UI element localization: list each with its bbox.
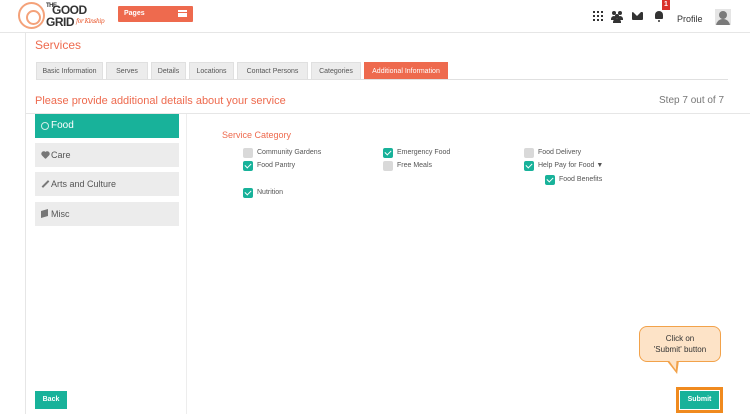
tab-additional-information[interactable]: Additional Information <box>364 62 448 79</box>
pages-dropdown-button[interactable]: Pages <box>118 6 193 22</box>
sidebar-item-label: Food <box>51 120 74 131</box>
submit-button[interactable]: Submit <box>680 391 719 409</box>
callout-line1: Click on <box>665 334 695 343</box>
food-icon <box>41 122 49 130</box>
sidebar-item-label: Misc <box>51 209 70 219</box>
tab-locations[interactable]: Locations <box>189 62 234 79</box>
tab-bar: Basic Information Serves Details Locatio… <box>36 62 728 80</box>
service-category-title: Service Category <box>222 130 292 140</box>
checkbox-box[interactable] <box>524 161 534 171</box>
sidebar-item-label: Arts and Culture <box>51 179 117 189</box>
checkbox-food-benefits[interactable]: Food Benefits <box>545 175 687 186</box>
checkbox-box[interactable] <box>243 148 253 158</box>
brush-icon <box>41 180 50 188</box>
step-indicator: Step 7 out of 7 <box>659 95 725 106</box>
checkbox-community-gardens[interactable]: Community Gardens <box>243 148 385 159</box>
heart-icon <box>41 151 49 159</box>
checkbox-label: Emergency Food <box>397 149 451 156</box>
users-icon[interactable] <box>611 10 623 23</box>
logo[interactable]: THE GOOD GRID for Kinship <box>18 2 108 31</box>
sidebar-item-misc[interactable]: Misc <box>35 202 179 226</box>
checkbox-box[interactable] <box>545 175 555 185</box>
logo-tagline: for Kinship <box>76 18 105 25</box>
category-sidebar: Food Care Arts and Culture Misc <box>26 114 187 414</box>
sidebar-item-label: Care <box>51 150 71 160</box>
checkbox-box[interactable] <box>524 148 534 158</box>
checkbox-label: Nutrition <box>257 189 284 196</box>
page-title: Services <box>35 38 82 52</box>
checkbox-label: Food Delivery <box>538 149 582 156</box>
sidebar-item-food[interactable]: Food <box>35 114 179 138</box>
checkbox-box[interactable] <box>243 161 253 171</box>
apps-grid-icon[interactable] <box>593 10 605 22</box>
hamburger-icon <box>178 10 187 17</box>
tab-basic-information[interactable]: Basic Information <box>36 62 103 79</box>
checkbox-label: Free Meals <box>397 162 433 169</box>
callout-line2: 'Submit' button <box>653 345 707 354</box>
back-button[interactable]: Back <box>35 391 67 409</box>
sidebar-item-care[interactable]: Care <box>35 143 179 167</box>
tab-categories[interactable]: Categories <box>311 62 361 79</box>
checkbox-box[interactable] <box>243 188 253 198</box>
checkbox-box[interactable] <box>383 161 393 171</box>
top-bar: THE GOOD GRID for Kinship Pages 1 Profil… <box>0 0 750 33</box>
profile-link[interactable]: Profile <box>677 14 703 24</box>
checkbox-free-meals[interactable]: Free Meals <box>383 161 525 172</box>
bell-icon[interactable] <box>653 10 665 22</box>
checkbox-emergency-food[interactable]: Emergency Food <box>383 148 525 159</box>
checkbox-label: Food Pantry <box>257 162 296 169</box>
avatar[interactable] <box>715 9 731 25</box>
cube-icon <box>41 209 48 218</box>
tab-serves[interactable]: Serves <box>106 62 148 79</box>
tab-contact-persons[interactable]: Contact Persons <box>237 62 308 79</box>
checkbox-food-delivery[interactable]: Food Delivery <box>524 148 666 159</box>
checkbox-label: Help Pay for Food ▼ <box>538 162 604 169</box>
checkbox-label: Community Gardens <box>257 149 322 156</box>
logo-line3: GRID <box>46 15 75 29</box>
checkbox-food-pantry[interactable]: Food Pantry <box>243 161 385 172</box>
tab-details[interactable]: Details <box>151 62 186 79</box>
section-heading: Please provide additional details about … <box>35 95 286 107</box>
pages-label: Pages <box>124 10 145 17</box>
checkbox-box[interactable] <box>383 148 393 158</box>
sidebar-item-arts-and-culture[interactable]: Arts and Culture <box>35 172 179 196</box>
checkbox-help-pay-for-food[interactable]: Help Pay for Food ▼ <box>524 161 666 172</box>
checkbox-label: Food Benefits <box>559 176 603 183</box>
checkbox-nutrition[interactable]: Nutrition <box>243 188 385 199</box>
instruction-callout: Click on 'Submit' button <box>639 326 721 362</box>
mail-icon[interactable] <box>632 12 643 20</box>
notification-badge: 1 <box>662 0 670 10</box>
logo-emblem-icon <box>18 2 45 29</box>
